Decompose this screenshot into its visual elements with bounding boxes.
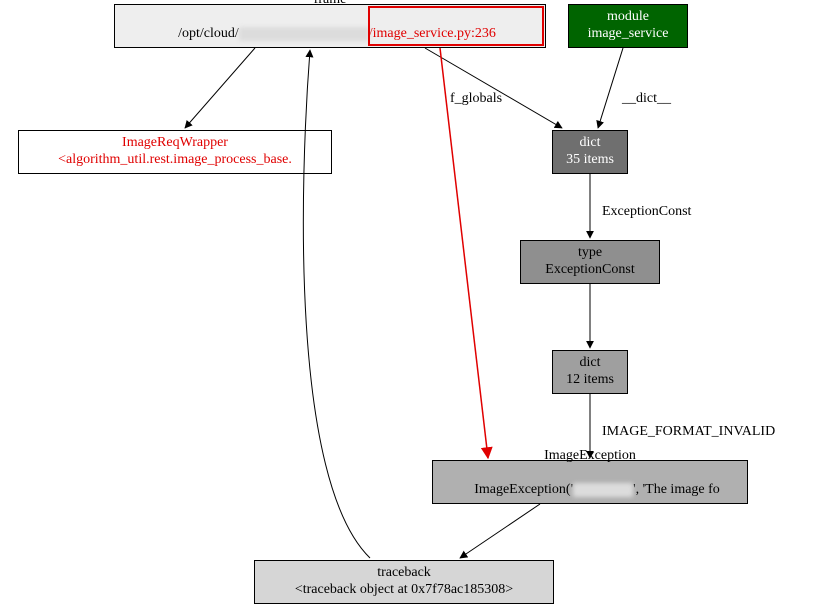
exc-line2: ImageException(' ', 'The image fo (437, 465, 743, 515)
dict35-line1: dict (557, 135, 623, 152)
frame-path-blur (239, 27, 369, 41)
node-dict35: dict 35 items (552, 130, 628, 174)
edge-module-to-dict35 (598, 48, 623, 128)
exc-line2-prefix: ImageException(' (474, 482, 573, 497)
edge-frame-to-exc-red (440, 48, 488, 458)
module-line2: image_service (573, 26, 683, 43)
edge-tb-to-frame (303, 50, 370, 558)
frame-path-prefix: /opt/cloud/ (178, 26, 239, 41)
node-wrapper: ImageReqWrapper <algorithm_util.rest.ima… (18, 130, 332, 174)
edges-layer (0, 0, 816, 614)
edge-label-f-globals: f_globals (450, 91, 502, 107)
module-line1: module (573, 9, 683, 26)
frame-highlight-box (368, 6, 544, 46)
wrapper-line1: ImageReqWrapper (23, 135, 327, 152)
wrapper-line2: <algorithm_util.rest.image_process_base. (23, 152, 327, 169)
edge-frame-to-wrapper (185, 48, 255, 128)
type-line1: type (525, 245, 655, 262)
dict12-line1: dict (557, 355, 623, 372)
tb-line2: <traceback object at 0x7f78ac185308> (259, 582, 549, 599)
type-line2: ExceptionConst (525, 262, 655, 279)
tb-line1: traceback (259, 565, 549, 582)
edge-label-exceptionconst: ExceptionConst (602, 204, 691, 220)
edge-frame-to-dict35 (425, 48, 562, 128)
node-type: type ExceptionConst (520, 240, 660, 284)
edge-label-image-format-invalid: IMAGE_FORMAT_INVALID (602, 424, 775, 440)
node-imageexception: ImageException ImageException('', 'The i… (432, 460, 748, 504)
dict12-line2: 12 items (557, 372, 623, 389)
node-dict12: dict 12 items (552, 350, 628, 394)
edge-label-dict: __dict__ (622, 91, 671, 107)
node-traceback: traceback <traceback object at 0x7f78ac1… (254, 560, 554, 604)
node-module: module image_service (568, 4, 688, 48)
exc-line2-blur (573, 483, 633, 497)
exc-line2-suffix: ', 'The image fo (633, 482, 720, 497)
dict35-line2: 35 items (557, 152, 623, 169)
exc-line1: ImageException (437, 448, 743, 465)
